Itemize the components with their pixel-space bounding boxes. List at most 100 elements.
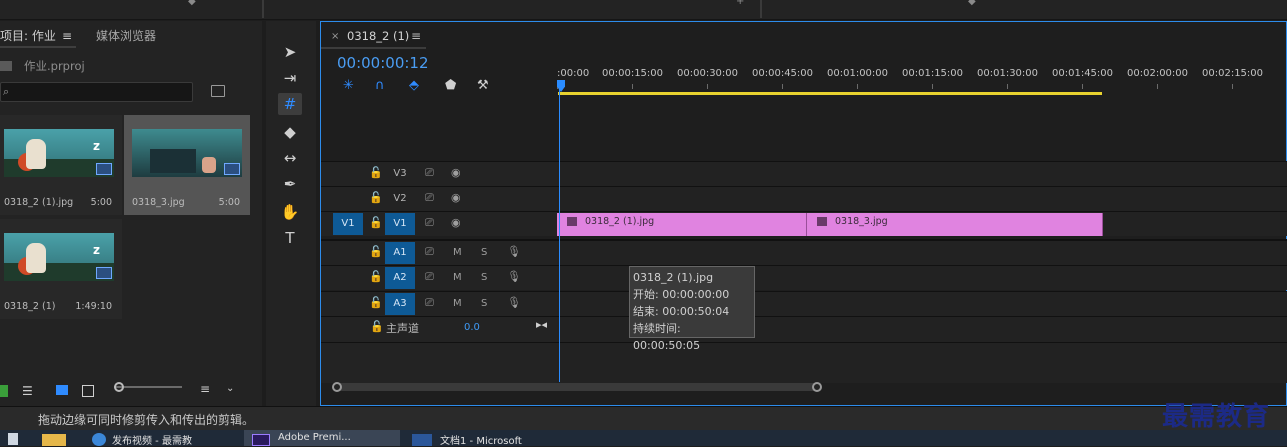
microphone-icon[interactable]: 🎙 — [507, 270, 521, 283]
track-name[interactable]: A1 — [385, 242, 415, 264]
microphone-icon[interactable]: 🎙 — [507, 245, 521, 258]
folder-icon[interactable] — [42, 434, 66, 446]
track-name[interactable]: V3 — [385, 163, 415, 185]
scroll-handle-left[interactable] — [332, 382, 342, 392]
clip-name: 0318_2 (1).jpg — [4, 197, 74, 208]
browser-icon[interactable] — [92, 433, 106, 446]
toggle-sync-icon[interactable]: ⎚ — [425, 270, 434, 284]
lock-icon[interactable]: 🔓 — [369, 296, 383, 309]
search-input[interactable] — [15, 83, 185, 101]
solo-button[interactable]: S — [481, 298, 487, 309]
master-volume-value[interactable]: 0.0 — [464, 322, 480, 333]
tools-panel: ➤ ⇥ # ◆ ↔ ✒ ✋ T — [266, 21, 316, 406]
type-tool-icon[interactable]: T — [278, 227, 302, 249]
chevron-down-icon[interactable]: ◆ — [188, 0, 196, 7]
ruler-label: 00:01:15:00 — [902, 68, 964, 79]
eye-icon[interactable]: ◉ — [451, 166, 461, 179]
mute-button[interactable]: M — [453, 247, 462, 258]
lock-icon[interactable] — [0, 385, 8, 397]
toggle-sync-icon[interactable]: ⎚ — [425, 296, 434, 310]
timeline-settings-icon[interactable]: ⚒ — [477, 78, 489, 93]
ripple-edit-tool-icon[interactable]: # — [278, 93, 302, 115]
chevron-down-icon[interactable]: ◆ — [968, 0, 976, 7]
clip-duration: 5:00 — [90, 197, 112, 208]
eye-icon[interactable]: ◉ — [451, 216, 461, 229]
clip-duration: 5:00 — [218, 197, 240, 208]
track-area[interactable] — [557, 187, 1287, 211]
mute-button[interactable]: M — [453, 298, 462, 309]
close-icon[interactable]: × — [331, 31, 339, 42]
toggle-sync-icon[interactable]: ⎚ — [425, 216, 434, 230]
eye-icon[interactable]: ◉ — [451, 191, 461, 204]
slip-tool-icon[interactable]: ↔ — [278, 147, 302, 169]
lock-icon[interactable]: 🔓 — [369, 245, 383, 258]
razor-tool-icon[interactable]: ◆ — [278, 121, 302, 143]
list-view-icon[interactable]: ☰ — [22, 384, 33, 398]
new-search-bin-icon[interactable] — [211, 85, 225, 97]
track-area[interactable] — [557, 162, 1287, 186]
clip-item[interactable]: z 0318_2 (1).jpg 5:00 — [0, 115, 122, 215]
search-icon: ⌕ — [3, 85, 10, 98]
clip-label: 0318_3.jpg — [835, 216, 888, 227]
snap-magnet-icon[interactable]: ∩ — [375, 78, 385, 93]
panel-menu-icon[interactable]: ≡ — [411, 29, 421, 43]
icon-view-icon[interactable] — [56, 385, 68, 395]
solo-button[interactable]: S — [481, 247, 487, 258]
premiere-icon — [252, 434, 270, 446]
taskbar-item-browser[interactable]: 发布视频 - 最需教 — [112, 432, 192, 447]
zoom-slider[interactable] — [114, 386, 182, 388]
sequence-tab[interactable]: 0318_2 (1) — [347, 29, 409, 43]
lock-icon[interactable]: 🔓 — [370, 320, 384, 333]
timeline-scrollbar[interactable] — [330, 381, 1286, 393]
taskbar-item-premiere[interactable]: Adobe Premi... — [278, 432, 351, 446]
add-marker-icon[interactable]: ⬟ — [445, 78, 456, 93]
lock-icon[interactable]: 🔓 — [369, 191, 383, 204]
track-name[interactable]: A3 — [385, 293, 415, 315]
track-area[interactable]: 0318_2 (1).jpg 0318_3.jpg — [557, 212, 1287, 236]
time-ruler[interactable]: :00:00 00:00:15:00 00:00:30:00 00:00:45:00 0… — [557, 50, 1287, 110]
go-to-end-icon[interactable]: ▸◂ — [536, 318, 547, 331]
scroll-thumb[interactable] — [334, 383, 820, 391]
track-name[interactable]: V2 — [385, 188, 415, 210]
playhead-timecode[interactable]: 00:00:00:12 — [337, 54, 429, 72]
add-icon[interactable]: + — [736, 0, 744, 7]
mute-button[interactable]: M — [453, 272, 462, 283]
work-area-bar[interactable] — [558, 92, 1102, 95]
clip-item-selected[interactable]: 0318_3.jpg 5:00 — [124, 115, 250, 215]
linked-selection-icon[interactable]: ⬘ — [409, 78, 419, 93]
scroll-handle-right[interactable] — [812, 382, 822, 392]
sort-icon[interactable]: ≡ — [200, 382, 210, 396]
playhead-line[interactable] — [559, 80, 560, 382]
microphone-icon[interactable]: 🎙 — [507, 296, 521, 309]
start-icon[interactable] — [8, 433, 18, 445]
lock-icon[interactable]: 🔓 — [369, 270, 383, 283]
taskbar-item-word[interactable]: 文档1 - Microsoft — [440, 432, 522, 447]
track-area[interactable] — [557, 241, 1287, 265]
toggle-sync-icon[interactable]: ⎚ — [425, 166, 434, 180]
timeline-clip[interactable]: 0318_2 (1).jpg — [557, 213, 807, 236]
search-field[interactable]: ⌕ — [0, 82, 193, 102]
hand-tool-icon[interactable]: ✋ — [278, 201, 302, 223]
clip-item[interactable]: z 0318_2 (1) 1:49:10 — [0, 219, 122, 319]
toggle-sync-icon[interactable]: ⎚ — [425, 245, 434, 259]
track-name[interactable]: A2 — [385, 267, 415, 289]
lock-icon[interactable]: 🔓 — [369, 166, 383, 179]
solo-button[interactable]: S — [481, 272, 487, 283]
timeline-clip[interactable]: 0318_3.jpg — [807, 213, 1103, 236]
word-icon[interactable] — [412, 434, 432, 446]
freeform-view-icon[interactable] — [82, 385, 94, 397]
zoom-slider-handle[interactable] — [114, 382, 124, 392]
selection-tool-icon[interactable]: ➤ — [278, 41, 302, 63]
tab-media-browser[interactable]: 媒体浏览器 — [96, 27, 156, 44]
source-patch-v1[interactable]: V1 — [333, 213, 363, 235]
track-select-tool-icon[interactable]: ⇥ — [278, 67, 302, 89]
nest-sequence-icon[interactable]: ✳ — [343, 78, 354, 93]
toggle-sync-icon[interactable]: ⎚ — [425, 191, 434, 205]
panel-menu-icon[interactable]: ≡ — [62, 29, 72, 43]
track-name[interactable]: V1 — [385, 213, 415, 235]
lock-icon[interactable]: 🔓 — [369, 216, 383, 229]
tab-project[interactable]: 项目: 作业 — [0, 27, 56, 44]
track-header — [321, 343, 557, 383]
pen-tool-icon[interactable]: ✒ — [278, 173, 302, 195]
chevron-down-icon[interactable]: ⌄ — [226, 383, 234, 394]
